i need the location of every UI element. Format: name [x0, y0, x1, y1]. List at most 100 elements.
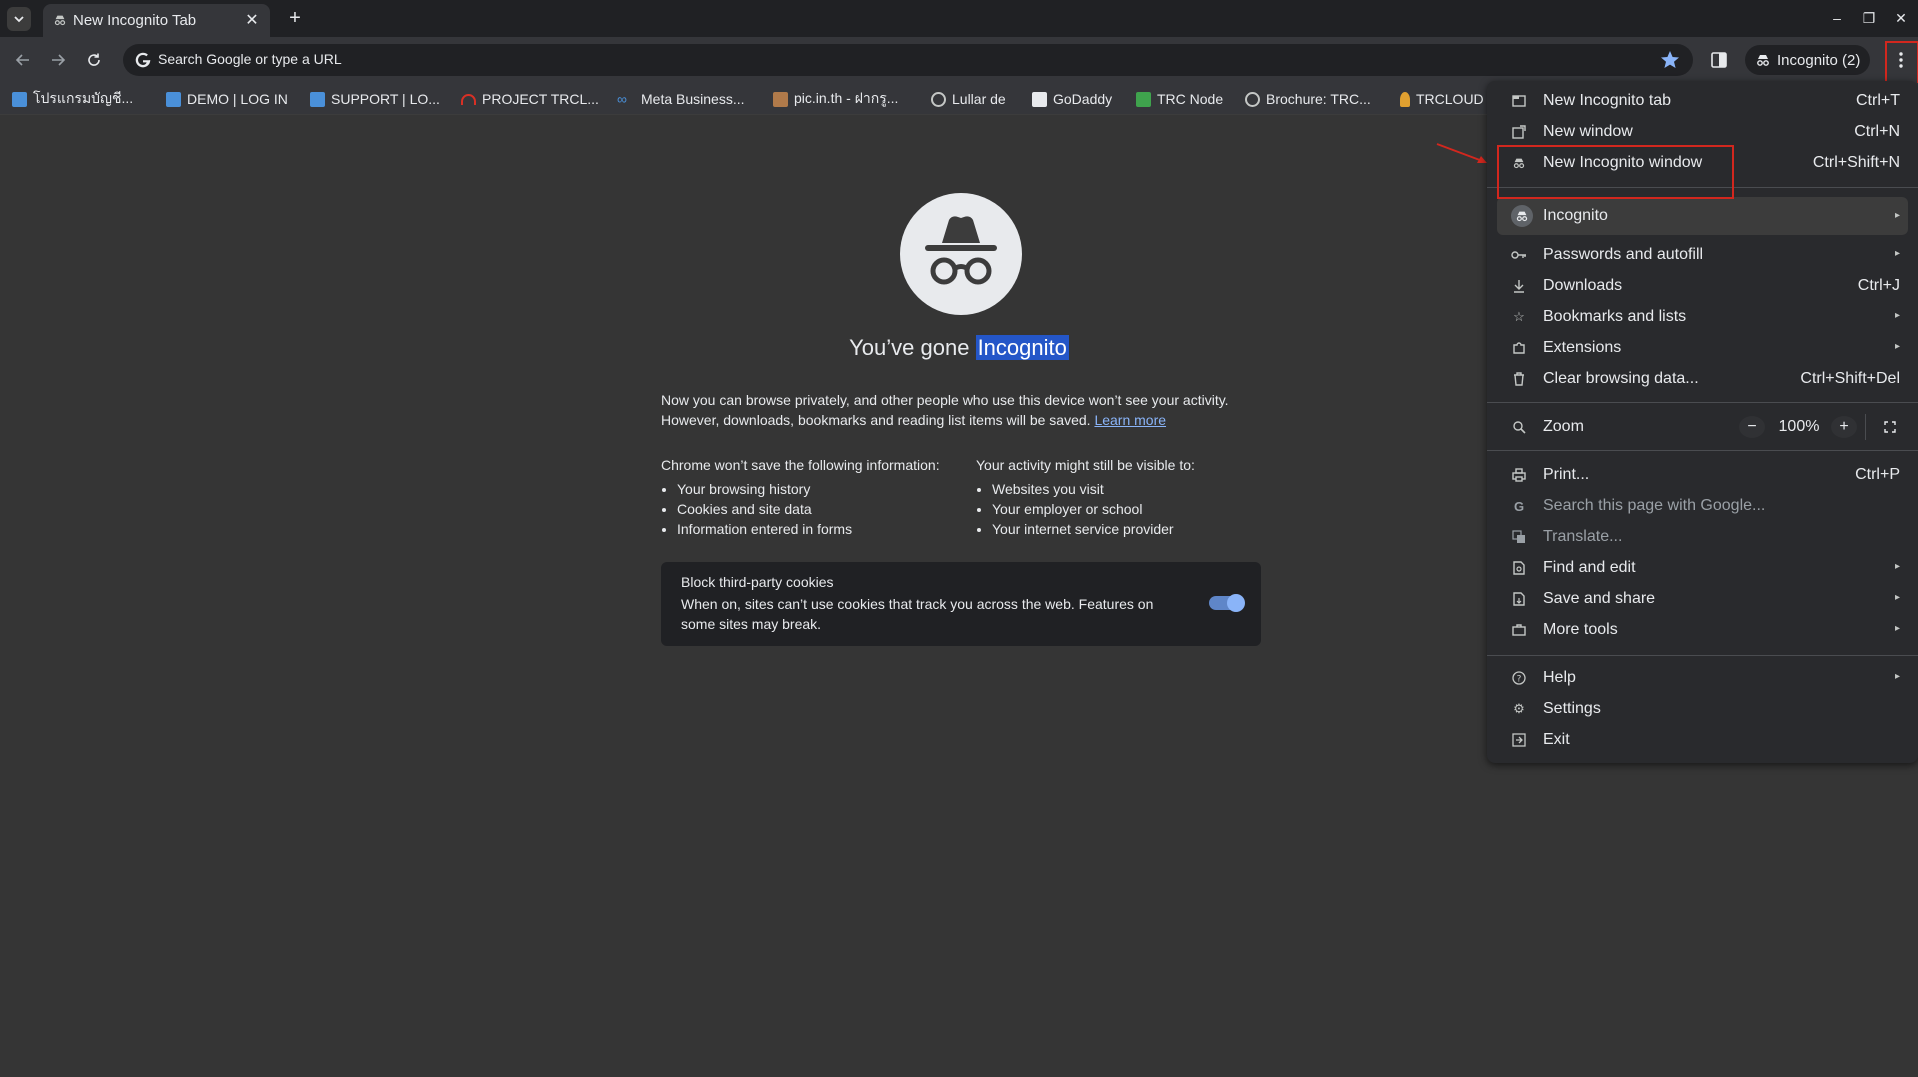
toggle-knob	[1227, 594, 1245, 612]
chevron-right-icon: ▸	[1894, 248, 1900, 259]
learn-more-link[interactable]: Learn more	[1094, 412, 1166, 428]
tab-title: New Incognito Tab	[73, 12, 197, 29]
exit-icon	[1511, 732, 1527, 748]
incognito-avatar-icon	[1511, 205, 1533, 227]
star-icon: ☆	[1513, 309, 1525, 324]
menu-item-clear-browsing-data[interactable]: Clear browsing data... Ctrl+Shift+Del	[1487, 364, 1918, 394]
new-window-icon	[1511, 124, 1527, 140]
bookmark-item[interactable]: โปรแกรมบัญชี...	[12, 89, 133, 109]
description-line-2: However, downloads, bookmarks and readin…	[661, 412, 1167, 428]
zoom-out-button[interactable]: −	[1739, 416, 1765, 438]
menu-item-exit[interactable]: Exit	[1487, 725, 1918, 755]
headline-prefix: You’ve gone	[849, 335, 970, 360]
incognito-spy-icon	[925, 216, 997, 285]
block-cookies-toggle[interactable]	[1209, 594, 1245, 612]
menu-item-passwords[interactable]: Passwords and autofill ▸	[1487, 240, 1918, 270]
menu-divider	[1487, 450, 1918, 451]
bookmark-item[interactable]: PROJECT TRCL...	[461, 89, 599, 109]
chevron-right-icon: ▸	[1894, 310, 1900, 321]
new-tab-button[interactable]: +	[283, 6, 307, 30]
zoom-in-button[interactable]: +	[1831, 416, 1857, 438]
chevron-down-icon	[14, 16, 24, 23]
menu-item-extensions[interactable]: Extensions ▸	[1487, 333, 1918, 363]
gear-icon: ⚙	[1513, 701, 1525, 716]
horseshoe-icon	[461, 93, 476, 105]
new-tab-icon	[1511, 93, 1527, 109]
chevron-right-icon: ▸	[1894, 341, 1900, 352]
cloud-icon	[166, 91, 181, 107]
google-icon: G	[1513, 498, 1525, 514]
menu-item-more-tools[interactable]: More tools ▸	[1487, 615, 1918, 645]
incognito-chip-label: Incognito (2)	[1777, 52, 1861, 69]
still-visible-list: Your activity might still be visible to:…	[976, 455, 1195, 539]
menu-item-downloads[interactable]: Downloads Ctrl+J	[1487, 271, 1918, 301]
forward-button[interactable]	[45, 47, 71, 73]
back-arrow-icon	[15, 54, 29, 66]
fullscreen-button[interactable]	[1877, 416, 1903, 438]
minimize-button[interactable]: –	[1824, 6, 1850, 30]
wont-save-heading: Chrome won’t save the following informat…	[661, 457, 940, 473]
globe-icon	[1245, 91, 1260, 107]
toolbox-icon	[1511, 622, 1527, 638]
headline-highlight: Incognito	[975, 335, 1069, 360]
menu-divider	[1487, 402, 1918, 403]
back-button[interactable]	[10, 47, 36, 73]
chevron-right-icon: ▸	[1894, 210, 1900, 221]
menu-item-incognito-profile[interactable]: Incognito ▸	[1497, 197, 1908, 235]
close-window-button[interactable]: ✕	[1888, 6, 1914, 30]
cookie-card-description: When on, sites can’t use cookies that tr…	[681, 596, 1154, 632]
menu-item-search-with-google: G Search this page with Google...	[1487, 491, 1918, 521]
reload-button[interactable]	[81, 47, 107, 73]
cookie-card-title: Block third-party cookies	[681, 574, 834, 590]
svg-text:?: ?	[1517, 675, 1522, 685]
restore-button[interactable]: ❐	[1856, 6, 1882, 30]
bookmark-item[interactable]: Brochure: TRC...	[1245, 89, 1371, 109]
menu-item-new-incognito-tab[interactable]: New Incognito tab Ctrl+T	[1487, 86, 1918, 116]
menu-item-help[interactable]: ? Help ▸	[1487, 663, 1918, 693]
tab-strip: New Incognito Tab ✕ + – ❐ ✕	[0, 0, 1918, 37]
bookmark-item[interactable]: TRC Node	[1136, 89, 1223, 109]
tab-search-button[interactable]	[7, 7, 31, 31]
list-item: Your browsing history	[677, 479, 940, 499]
menu-divider	[1487, 655, 1918, 656]
globe-icon	[931, 91, 946, 107]
bookmark-item[interactable]: SUPPORT | LO...	[310, 89, 440, 109]
bookmark-item[interactable]: pic.in.th - ฝากรู...	[773, 89, 898, 109]
bookmark-item[interactable]: TRCLOUD	[1400, 89, 1484, 109]
google-g-icon	[135, 52, 151, 68]
zoom-icon	[1511, 419, 1527, 435]
print-icon	[1511, 467, 1527, 483]
chevron-right-icon: ▸	[1894, 592, 1900, 603]
list-item: Your internet service provider	[992, 519, 1195, 539]
annotation-arrow	[1436, 143, 1487, 163]
meta-icon: ∞	[617, 90, 627, 107]
tab-new-incognito[interactable]: New Incognito Tab ✕	[43, 4, 270, 37]
incognito-logo	[900, 193, 1022, 315]
list-item: Websites you visit	[992, 479, 1195, 499]
bookmark-item[interactable]: DEMO | LOG IN	[166, 89, 288, 109]
menu-item-save-and-share[interactable]: Save and share ▸	[1487, 584, 1918, 614]
bookmark-item[interactable]: GoDaddy	[1032, 89, 1112, 109]
download-icon	[1511, 278, 1527, 294]
menu-item-new-window[interactable]: New window Ctrl+N	[1487, 117, 1918, 147]
godaddy-icon	[1032, 91, 1047, 107]
omnibox[interactable]: Search Google or type a URL	[123, 44, 1693, 76]
side-panel-icon[interactable]	[1708, 49, 1730, 71]
menu-item-print[interactable]: Print... Ctrl+P	[1487, 460, 1918, 490]
list-item: Cookies and site data	[677, 499, 940, 519]
puzzle-icon	[1511, 340, 1527, 356]
bookmark-item[interactable]: ∞ Meta Business...	[617, 89, 745, 109]
close-tab-icon[interactable]: ✕	[242, 10, 262, 30]
omnibox-text: Search Google or type a URL	[158, 51, 342, 67]
zoom-level: 100%	[1778, 418, 1820, 435]
bookmark-star-icon[interactable]	[1659, 49, 1681, 71]
find-icon	[1511, 560, 1527, 576]
bookmark-item[interactable]: Lullar de	[931, 89, 1006, 109]
incognito-description: Now you can browse privately, and other …	[661, 390, 1261, 430]
save-icon	[1511, 591, 1527, 607]
menu-item-settings[interactable]: ⚙ Settings	[1487, 694, 1918, 724]
menu-item-find-and-edit[interactable]: Find and edit ▸	[1487, 553, 1918, 583]
incognito-profile-chip[interactable]: Incognito (2)	[1745, 45, 1870, 75]
forward-arrow-icon	[52, 54, 66, 66]
menu-item-bookmarks[interactable]: ☆ Bookmarks and lists ▸	[1487, 302, 1918, 332]
